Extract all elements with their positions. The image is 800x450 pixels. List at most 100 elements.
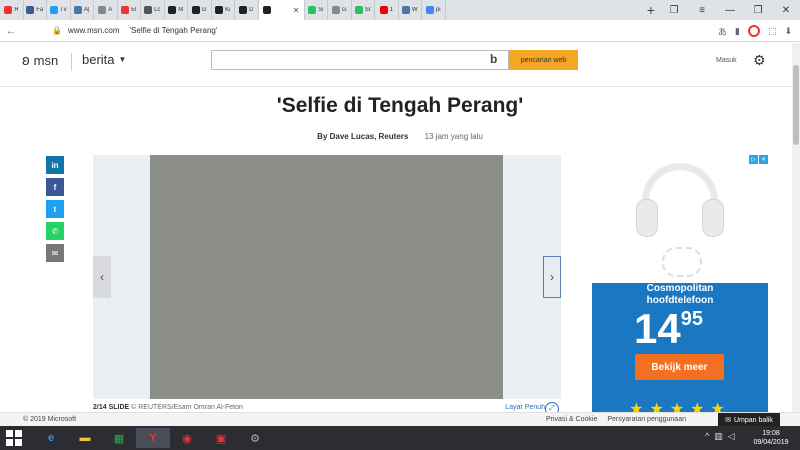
prev-slide-button[interactable]: ‹ — [93, 256, 111, 298]
media-app-icon[interactable]: ◉ — [170, 428, 204, 448]
tab-favicon-icon — [168, 6, 177, 14]
close-window-icon[interactable]: ✕ — [772, 0, 800, 20]
fullscreen-link[interactable]: Layar Penuh — [505, 404, 545, 411]
browser-tab[interactable]: Eł — [118, 0, 141, 20]
tab-label: Sr — [364, 7, 371, 13]
scroll-thumb[interactable] — [793, 65, 799, 145]
browser-tab[interactable]: Fa — [24, 0, 47, 20]
browser-tab[interactable]: G — [188, 0, 212, 20]
page-footer: © 2019 Microsoft Privasi & Cookie Persya… — [0, 412, 800, 427]
web-search-button[interactable]: pencarian web — [509, 50, 578, 70]
slide-count: 2/14 SLIDE — [93, 404, 130, 411]
browser-tab[interactable]: ✕ — [258, 0, 305, 20]
msn-header: ʚ msn berita ▼ b pencarian web Masuk ⚙ — [0, 43, 800, 87]
url-domain[interactable]: www.msn.com — [68, 26, 120, 35]
tab-favicon-icon — [331, 6, 340, 14]
tab-favicon-icon — [239, 6, 248, 14]
browser-tab[interactable]: M — [165, 0, 188, 20]
browser-tab[interactable]: D — [235, 0, 259, 20]
byline: By Dave Lucas, Reuters 13 jam yang lalu — [0, 132, 800, 141]
back-icon[interactable]: ← — [0, 25, 22, 37]
facebook-icon[interactable]: f — [46, 178, 64, 196]
tab-label: pi — [435, 7, 441, 13]
tab-favicon-icon — [308, 6, 317, 14]
windows-taskbar: e ▬ ▦ Y ◉ ▣ ⚙ ^ ▥ ◁ 19:08 09/04/2019 — [0, 426, 800, 450]
lock-icon[interactable]: 🔒 — [52, 26, 62, 35]
terms-link[interactable]: Persyaratan penggunaan — [607, 416, 686, 423]
msn-logo[interactable]: ʚ msn — [22, 52, 58, 69]
url-page-title[interactable]: 'Selfie di Tengah Perang' — [130, 26, 218, 35]
menu-icon[interactable]: ≡ — [688, 0, 716, 20]
tab-favicon-icon — [379, 6, 388, 14]
internet-explorer-icon[interactable]: e — [34, 428, 68, 448]
windows-start-icon[interactable] — [6, 430, 22, 446]
author[interactable]: By Dave Lucas, Reuters — [317, 132, 408, 141]
tab-label: Я — [14, 7, 19, 13]
browser-tab[interactable]: 1 — [375, 0, 399, 20]
translate-icon[interactable]: あ — [718, 25, 727, 38]
headphone-cable — [662, 247, 702, 277]
ad-cta-button[interactable]: Bekijk meer — [635, 354, 724, 380]
network-icon[interactable]: ▥ — [714, 431, 723, 442]
article-title: 'Selfie di Tengah Perang' — [276, 94, 524, 117]
slide-photo[interactable] — [150, 155, 503, 399]
tab-close-icon[interactable]: ✕ — [293, 6, 300, 15]
system-clock[interactable]: 19:08 09/04/2019 — [748, 429, 794, 447]
tab-label: 1 — [389, 7, 393, 13]
store-icon[interactable]: ▦ — [102, 428, 136, 448]
browser-tab[interactable]: Sr — [352, 0, 375, 20]
privacy-link[interactable]: Privasi & Cookie — [546, 416, 597, 423]
feedback-button[interactable]: ✉ Umpan balik — [718, 413, 780, 427]
next-slide-button[interactable]: › — [543, 256, 561, 298]
adchoices-icon[interactable]: ▷ — [749, 155, 758, 164]
browser-tab[interactable]: Ki — [212, 0, 235, 20]
search-input[interactable] — [211, 50, 509, 70]
page-scrollbar[interactable] — [792, 43, 800, 412]
yandex-protect-icon[interactable] — [747, 25, 760, 37]
volume-icon[interactable]: ◁ — [728, 431, 735, 442]
advertisement[interactable]: ▷ ✕ Cosmopolitan hoofdtelefoon 14 95 Bek… — [592, 155, 768, 413]
email-icon[interactable]: ✉ — [46, 244, 64, 262]
file-explorer-icon[interactable]: ▬ — [68, 428, 102, 448]
bookmarks-icon[interactable]: ❐ — [660, 0, 688, 20]
linkedin-icon[interactable]: in — [46, 156, 64, 174]
browser-tab[interactable]: A — [94, 0, 118, 20]
whatsapp-icon[interactable]: ✆ — [46, 222, 64, 240]
tool-app-icon[interactable]: ⚙ — [238, 428, 272, 448]
browser-tab[interactable]: A| — [71, 0, 94, 20]
browser-tab[interactable]: pi — [422, 0, 446, 20]
tab-favicon-icon — [98, 6, 107, 14]
ad-close-icon[interactable]: ✕ — [759, 155, 768, 164]
twitter-icon[interactable]: t — [46, 200, 64, 218]
tab-favicon-icon — [401, 6, 410, 14]
tab-label: A — [108, 7, 113, 13]
bookmark-icon[interactable]: ▮ — [735, 26, 740, 37]
clock-time: 19:08 — [762, 430, 780, 437]
download-icon[interactable]: ⬇ — [784, 26, 792, 37]
section-selector[interactable]: berita ▼ — [82, 52, 126, 67]
yandex-browser-icon[interactable]: Y — [136, 428, 170, 448]
chevron-down-icon: ▼ — [118, 55, 127, 64]
tab-label: M — [178, 7, 184, 13]
signin-link[interactable]: Masuk — [716, 57, 737, 64]
minimize-icon[interactable]: — — [716, 0, 744, 20]
red-app-icon[interactable]: ▣ — [204, 428, 238, 448]
new-tab-button[interactable]: + — [640, 2, 662, 18]
tab-label: D — [249, 7, 254, 13]
browser-tab[interactable]: Tv — [47, 0, 71, 20]
browser-tab[interactable]: Я — [0, 0, 24, 20]
gear-icon[interactable]: ⚙ — [753, 52, 766, 69]
butterfly-icon: ʚ — [22, 52, 30, 69]
browser-tab[interactable]: Lc — [141, 0, 165, 20]
tray-chevron-icon[interactable]: ^ — [705, 431, 709, 442]
browser-tab[interactable]: W — [399, 0, 422, 20]
extension-icon[interactable]: ⬚ — [768, 26, 777, 37]
browser-tab[interactable]: Si — [305, 0, 328, 20]
restore-icon[interactable]: ❐ — [744, 0, 772, 20]
browser-tab[interactable]: G — [328, 0, 352, 20]
system-tray: ^ ▥ ◁ — [705, 431, 735, 442]
headphones-icon — [642, 163, 718, 203]
tab-label: G — [341, 7, 347, 13]
feedback-label: Umpan balik — [733, 416, 773, 424]
adchoices[interactable]: ▷ ✕ — [749, 155, 768, 164]
